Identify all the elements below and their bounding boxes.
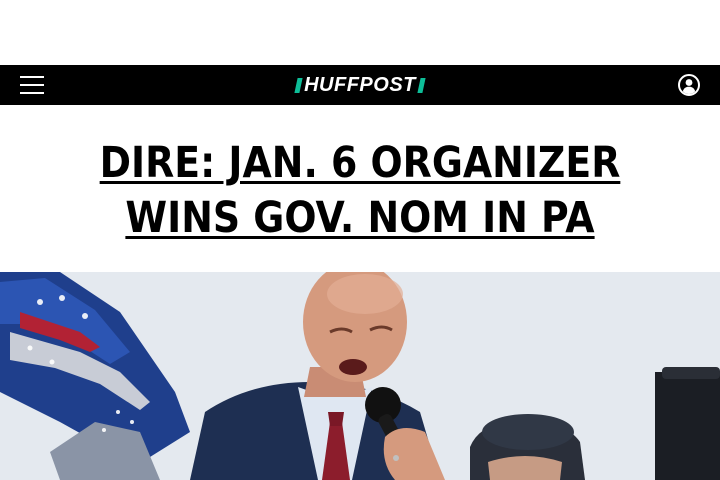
headline-link[interactable]: DIRE: JAN. 6 ORGANIZER WINS GOV. NOM IN … [78,136,641,246]
top-navbar: HUFFPOST [0,65,720,105]
hamburger-menu-icon[interactable] [20,76,44,94]
huffpost-logo[interactable]: HUFFPOST [294,65,426,105]
headline-container: DIRE: JAN. 6 ORGANIZER WINS GOV. NOM IN … [0,105,720,272]
logo-text: HUFFPOST [304,74,416,96]
hero-photo-illustration [0,272,720,480]
user-account-icon[interactable] [678,74,700,96]
ad-space [0,0,720,65]
headline-line-1: DIRE: JAN. 6 ORGANIZER [99,137,621,188]
headline-line-2: WINS GOV. NOM IN PA [125,192,595,243]
logo-right-bar [417,77,426,93]
logo-left-bar [294,77,303,93]
hero-image[interactable] [0,272,720,480]
